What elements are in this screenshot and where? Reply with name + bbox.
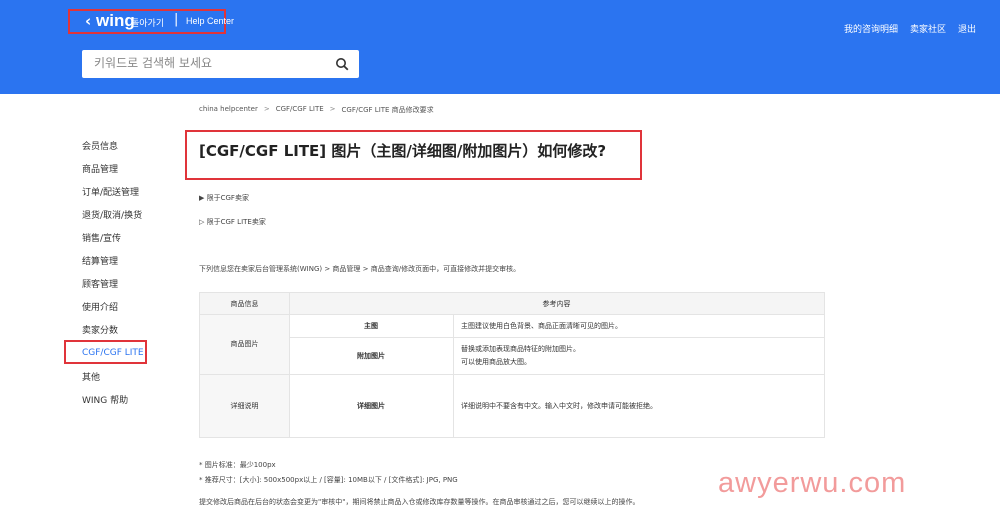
logout-link[interactable]: 退出 bbox=[958, 22, 976, 35]
search-icon[interactable] bbox=[335, 57, 349, 71]
table-header-cell: 商品信息 bbox=[230, 299, 259, 308]
footnote-review-status: 提交修改后商品在后台的状态会变更为"审核中"，期间将禁止商品入仓或修改库存数量等… bbox=[199, 498, 640, 506]
sidebar-item-member-info[interactable]: 会员信息 bbox=[82, 139, 118, 152]
table-row-label: 主图 bbox=[364, 321, 378, 330]
table-divider bbox=[453, 314, 454, 437]
watermark-text: awyerwu.com bbox=[718, 467, 907, 499]
brand-separator: | bbox=[174, 12, 179, 27]
footnote-recommended-size: * 推荐尺寸：[大小]: 500x500px以上 / [容量]: 10MB以下 … bbox=[199, 476, 458, 484]
table-row-text: 主图建议使用白色背景、商品正面清晰可见的图片。 bbox=[461, 321, 622, 330]
table-row-text-line: 替换或添加表现商品特征的附加图片。 bbox=[461, 345, 580, 353]
note-cgf-seller: ▶ 限于CGF卖家 bbox=[199, 194, 249, 202]
sidebar-item-customer[interactable]: 顾客管理 bbox=[82, 277, 118, 290]
intro-text: 下列信息您在卖家后台管理系统(WING) > 商品管理 > 商品查询/修改页面中… bbox=[199, 265, 521, 273]
breadcrumb-sep: > bbox=[329, 105, 336, 113]
footnote-image-standard: * 图片标准：最少100px bbox=[199, 461, 276, 469]
breadcrumb-cgf[interactable]: CGF/CGF LITE bbox=[276, 105, 324, 115]
sidebar-item-product-management[interactable]: 商品管理 bbox=[82, 162, 118, 175]
sidebar-item-usage-guide[interactable]: 使用介绍 bbox=[82, 300, 118, 313]
back-link[interactable]: 돌아가기 bbox=[131, 16, 164, 29]
page-title: [CGF/CGF LITE] 图片（主图/详细图/附加图片）如何修改? bbox=[199, 142, 607, 160]
table-row-text-line: 可以使用商品放大图。 bbox=[461, 358, 531, 366]
table-row-text: 详细说明中不要含有中文。输入中文时，修改申请可能被拒绝。 bbox=[461, 401, 657, 410]
sidebar-item-seller-score[interactable]: 卖家分数 bbox=[82, 323, 118, 336]
table-header-cell: 参考内容 bbox=[542, 299, 571, 308]
breadcrumb: china helpcenter > CGF/CGF LITE > CGF/CG… bbox=[199, 105, 434, 115]
top-header: ‹ wing 돌아가기 | Help Center 我的咨询明细 卖家社区 退出 bbox=[0, 0, 1000, 94]
sidebar-item-order-shipping[interactable]: 订单/配送管理 bbox=[82, 185, 139, 198]
table-row-text: 替换或添加表现商品特征的附加图片。 可以使用商品放大图。 bbox=[461, 337, 821, 374]
my-inquiry-link[interactable]: 我的咨询明细 bbox=[844, 22, 898, 35]
info-table: 商品信息 参考内容 商品图片 主图 主图建议使用白色背景、商品正面清晰可见的图片… bbox=[199, 292, 825, 438]
table-row-label: 附加图片 bbox=[357, 351, 385, 360]
breadcrumb-current: CGF/CGF LITE 商品修改要求 bbox=[341, 106, 434, 114]
sidebar-item-other[interactable]: 其他 bbox=[82, 370, 100, 383]
top-links: 我的咨询明细 卖家社区 退出 bbox=[844, 22, 976, 35]
table-row-label: 详细图片 bbox=[357, 401, 385, 410]
sidebar-item-settlement[interactable]: 结算管理 bbox=[82, 254, 118, 267]
sidebar-highlight-box bbox=[64, 340, 147, 364]
sidebar-item-sales-promo[interactable]: 销售/宣传 bbox=[82, 231, 121, 244]
brand-logo[interactable]: wing bbox=[96, 11, 135, 31]
sidebar-item-wing-help[interactable]: WING 帮助 bbox=[82, 393, 128, 406]
breadcrumb-home[interactable]: china helpcenter bbox=[199, 105, 258, 115]
table-group-cell: 详细说明 bbox=[230, 401, 259, 410]
chevron-left-icon[interactable]: ‹ bbox=[85, 12, 91, 30]
table-group-cell: 商品图片 bbox=[230, 340, 259, 348]
seller-community-link[interactable]: 卖家社区 bbox=[910, 22, 946, 35]
search-input[interactable] bbox=[94, 56, 324, 70]
sidebar-item-returns[interactable]: 退货/取消/换货 bbox=[82, 208, 142, 221]
help-center-label[interactable]: Help Center bbox=[186, 16, 234, 26]
search-box[interactable] bbox=[82, 50, 359, 78]
note-cgf-lite-seller: ▷ 限于CGF LITE卖家 bbox=[199, 218, 266, 226]
breadcrumb-sep: > bbox=[263, 105, 270, 113]
